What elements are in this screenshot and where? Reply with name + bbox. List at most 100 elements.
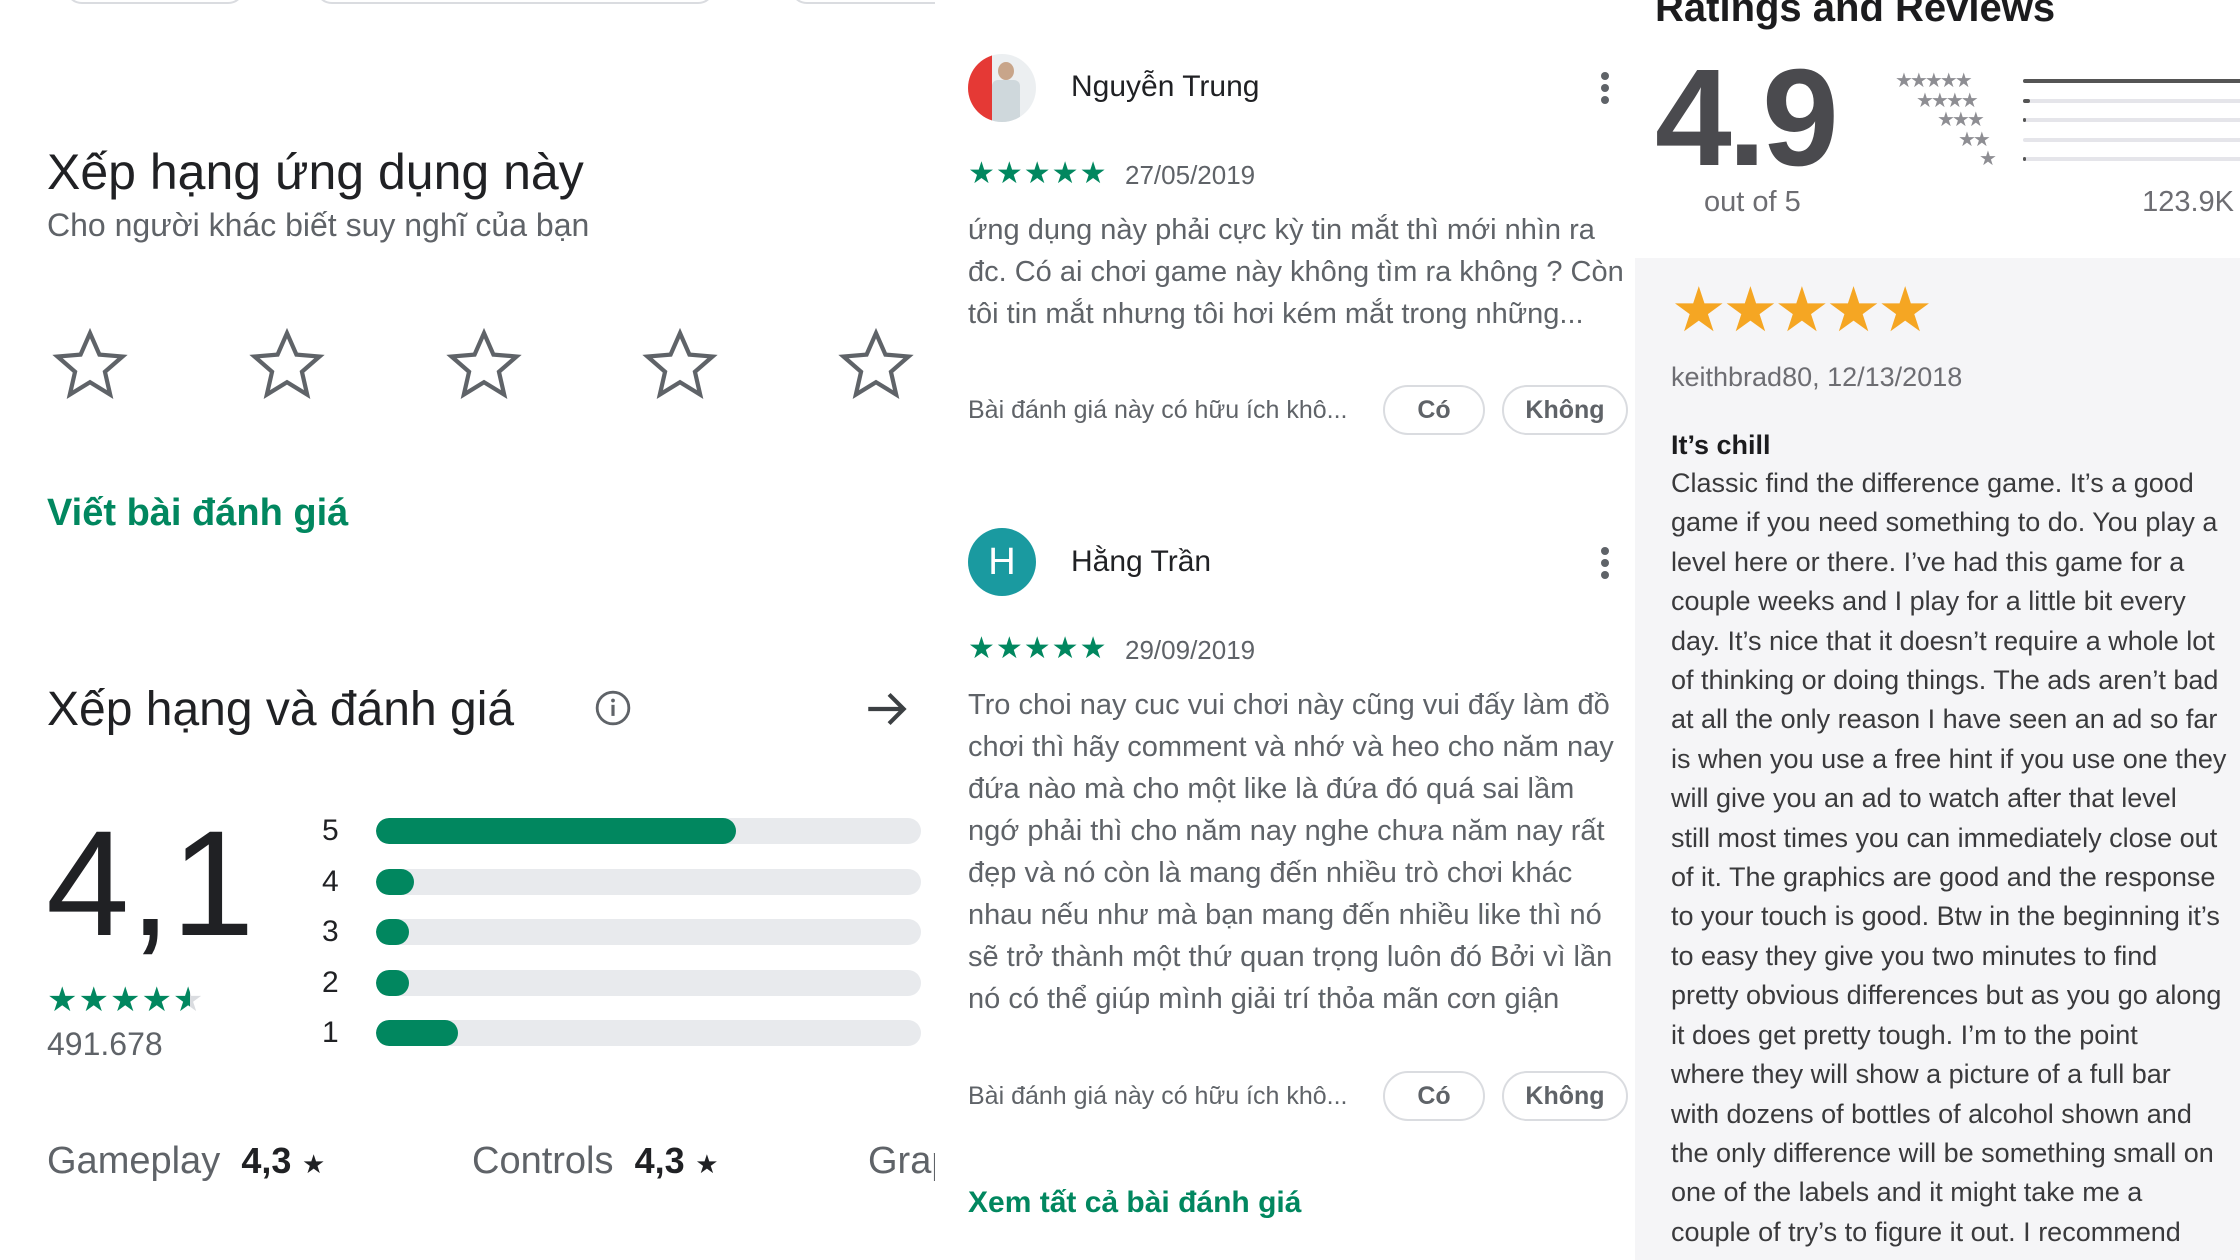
distribution-fill [2023, 118, 2027, 122]
review-line: day. It’s nice that it doesn’t require a… [1671, 625, 2215, 656]
distribution-bar [2023, 118, 2240, 122]
helpful-yes-button[interactable]: Có [1383, 1071, 1485, 1121]
star-row-icon: ★★★★★ [1895, 70, 1973, 92]
average-stars: ★★★★★ [47, 981, 205, 1019]
arrow-right-icon[interactable] [862, 684, 912, 734]
distribution-fill [2023, 98, 2030, 103]
distribution-fill [2023, 79, 2240, 83]
star-outline-icon-4[interactable] [641, 325, 719, 403]
bar-label: 4 [322, 864, 339, 898]
ratings-title: Ratings and Reviews [1655, 0, 2056, 30]
star-row-icon: ★★★★ [1916, 89, 1979, 112]
review-stars: ★★★★★ [968, 157, 1108, 190]
review-line: the only difference will be something sm… [1671, 1137, 2214, 1168]
review-line: to easy they give you two minutes to fin… [1671, 940, 2158, 971]
distribution-fill [2023, 157, 2027, 161]
review-line: at all the only reason I have seen an ad… [1671, 704, 2218, 735]
rating-count: 491.678 [47, 1026, 163, 1062]
bar-track [376, 868, 921, 895]
ratings-title: Xếp hạng và đánh giá [47, 683, 515, 736]
distribution-bar [2023, 98, 2240, 103]
review-stars: ★★★★★ [1671, 276, 1933, 345]
star-outline-icon-5[interactable] [837, 325, 915, 403]
see-all-reviews-link[interactable]: Xem tất cả bài đánh giá [968, 1186, 1301, 1220]
rating-count: 123.9K [2142, 186, 2234, 218]
star-outline-icon-3[interactable] [445, 325, 523, 403]
write-review-link[interactable]: Viết bài đánh giá [47, 492, 348, 535]
average-rating: 4,1 [46, 799, 255, 967]
bar-track [376, 818, 921, 844]
avatar [968, 54, 1036, 122]
helpful-no-button[interactable]: Không [1502, 385, 1628, 435]
review-line: is when you use a free hint if you use o… [1671, 743, 2227, 774]
review-text: Tro choi nay cuc vui chơi này cũng vui đ… [968, 689, 1614, 1015]
review-line: will give you an ad to watch after that … [1671, 783, 2177, 814]
review-line: still most times you can immediately clo… [1671, 822, 2218, 853]
top-chip[interactable] [65, 0, 245, 4]
bar-label: 3 [322, 915, 339, 948]
distribution-bar [2023, 137, 2240, 142]
reviews-list: Nguyễn Trung ★★★★★ 27/05/2019 ứng dụng n… [935, 0, 1635, 1260]
more-options-icon[interactable] [1598, 68, 1612, 108]
top-chip[interactable] [315, 0, 715, 4]
review-line: couple of try’s to figure it out. I reco… [1671, 1216, 2181, 1247]
attribute-gameplay: Gameplay 4,3 ★ [47, 1140, 326, 1182]
attribute-controls: Controls 4,3 ★ [472, 1140, 719, 1182]
review-line: to your touch is good. Btw in the beginn… [1671, 901, 2220, 932]
review-line: where they will show a picture of a full… [1671, 1059, 2171, 1090]
info-icon[interactable] [594, 689, 632, 727]
review-line: one of the labels and it might take me a [1671, 1177, 2143, 1208]
review-date: 29/09/2019 [1125, 635, 1256, 665]
bar-fill [376, 1020, 458, 1046]
avatar: H [968, 528, 1036, 596]
top-chip[interactable] [790, 0, 935, 4]
bar-fill [376, 818, 736, 844]
helpful-question: Bài đánh giá này có hữu ích khô... [968, 396, 1348, 424]
ratings-summary: Ratings and Reviews 4.9 out of 5 ★★★★★ ★★… [1635, 0, 2240, 258]
play-store-rating-panel: Xếp hạng ứng dụng này Cho người khác biế… [0, 0, 935, 1260]
more-options-icon[interactable] [1598, 543, 1612, 583]
star-outline-icon-2[interactable] [248, 325, 326, 403]
app-store-ratings-panel: Ratings and Reviews 4.9 out of 5 ★★★★★ ★★… [1635, 0, 2240, 1260]
bar-fill [376, 919, 409, 945]
review-date: 27/05/2019 [1125, 160, 1256, 190]
bar-label: 2 [322, 965, 339, 999]
star-row-icon: ★ [1979, 148, 1997, 170]
helpful-no-button[interactable]: Không [1502, 1071, 1628, 1121]
bar-fill [376, 868, 415, 895]
rate-app-title: Xếp hạng ứng dụng này [47, 144, 584, 200]
star-icon: ★ [695, 1149, 719, 1179]
review-stars: ★★★★★ [968, 632, 1108, 665]
review-line: game if you need something to do. You pl… [1671, 507, 2218, 538]
review-line: it does get pretty tough. I’m to the poi… [1671, 1019, 2138, 1050]
bar-label: 5 [322, 814, 339, 847]
review-body: Classic find the difference game. It’s a… [1671, 464, 2226, 1252]
review-line: level here or there. I’ve had this game … [1671, 546, 2185, 577]
average-rating: 4.9 [1655, 41, 1839, 195]
review-line: with dozens of bottles of alcohol shown … [1671, 1098, 2192, 1129]
attribute-graphics: Grap [868, 1140, 935, 1182]
bar-label: 1 [322, 1016, 339, 1049]
helpful-question: Bài đánh giá này có hữu ích khô... [968, 1082, 1348, 1110]
distribution-bar [2023, 79, 2240, 83]
bar-track [376, 1020, 921, 1046]
review-line: of thinking or doing things. The ads are… [1671, 665, 2219, 696]
review-line: of it. The graphics are good and the res… [1671, 862, 2216, 893]
star-icon: ★ [301, 1149, 326, 1179]
distribution-bar [2023, 157, 2240, 161]
rate-app-subtitle: Cho người khác biết suy nghĩ của bạn [47, 207, 590, 243]
helpful-yes-button[interactable]: Có [1383, 385, 1485, 435]
out-of-label: out of 5 [1704, 186, 1801, 218]
review-author-date: keithbrad80, 12/13/2018 [1671, 362, 1963, 392]
bar-track [376, 919, 921, 945]
review-line: couple weeks and I play for a little bit… [1671, 586, 2186, 617]
bar-fill [376, 969, 409, 996]
star-row-icon: ★★ [1958, 128, 1991, 151]
reviewer-name: Hằng Trần [1071, 545, 1212, 578]
star-outline-icon-1[interactable] [51, 325, 129, 403]
review-line: Classic find the difference game. It’s a… [1671, 468, 2194, 498]
reviewer-name: Nguyễn Trung [1071, 70, 1260, 103]
review-line: pretty obvious differences but as you go… [1671, 980, 2222, 1011]
review-title: It’s chill [1671, 430, 1771, 460]
star-row-icon: ★★★ [1937, 109, 1985, 131]
